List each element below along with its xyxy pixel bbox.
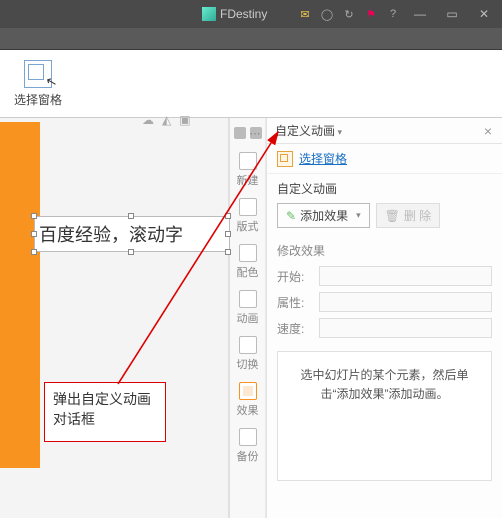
layout-icon [239,198,257,216]
property-label: 属性: [277,294,313,311]
pencil-icon: ✎ [286,209,296,223]
hint-text: 选中幻灯片的某个元素，然后单击“添加效果”添加动画。 [300,368,468,401]
mail-icon[interactable]: ✉ [298,7,312,21]
help-icon[interactable]: ? [386,7,400,21]
side-tab-new[interactable]: 新建 [230,149,265,191]
canvas-toolbar-icons: ☁ ◭ ▣ [142,113,191,127]
delete-button: 🗑 删 除 [376,203,441,228]
panel-title[interactable]: 自定义动画 [275,122,342,139]
speed-row: 速度: [267,315,502,341]
side-mini-icon[interactable]: ⋯ [250,127,262,139]
select-panes-small-icon [277,151,293,167]
animation-icon [239,290,257,308]
side-tab-label: 备份 [237,448,259,464]
new-icon [239,152,257,170]
add-effect-label: 添加效果 [300,207,348,224]
select-panes-label: 选择窗格 [14,91,62,108]
start-row: 开始: [267,263,502,289]
side-tab-label: 版式 [237,218,259,234]
start-field[interactable] [319,266,492,286]
close-button[interactable]: ✕ [472,3,496,25]
side-tab-strip: ⋯ 新建 版式 配色 动画 切换 效果 备份 [230,118,266,518]
side-tab-label: 动画 [237,310,259,326]
resize-handle[interactable] [128,213,134,219]
side-tab-label: 效果 [237,402,259,418]
alert-icon[interactable]: ⚑ [364,7,378,21]
triangle-icon[interactable]: ◭ [162,113,171,127]
resize-handle[interactable] [225,231,231,237]
start-label: 开始: [277,268,313,285]
resize-handle[interactable] [225,213,231,219]
side-tab-layout[interactable]: 版式 [230,195,265,237]
side-tab-backup[interactable]: 备份 [230,425,265,467]
side-tab-effect[interactable]: 效果 [230,379,265,421]
sync-icon[interactable]: ◯ [320,7,334,21]
resize-handle[interactable] [225,249,231,255]
side-tab-animation[interactable]: 动画 [230,287,265,329]
side-tab-color[interactable]: 配色 [230,241,265,283]
select-panes-icon: ↖ [24,60,52,88]
square-icon[interactable]: ▣ [179,113,190,127]
custom-animation-panel: 自定义动画 × 选择窗格 自定义动画 ✎ 添加效果 🗑 删 除 修改效果 开始: 属… [266,118,502,518]
speed-label: 速度: [277,320,313,337]
resize-handle[interactable] [31,213,37,219]
side-mini-icon[interactable] [234,127,246,139]
cloud-icon[interactable]: ☁ [142,113,154,127]
side-tab-transition[interactable]: 切换 [230,333,265,375]
property-row: 属性: [267,289,502,315]
resize-handle[interactable] [128,249,134,255]
side-tab-label: 切换 [237,356,259,372]
titlebar: FDestiny ✉ ◯ ↻ ⚑ ? — ▭ ✕ [0,0,502,28]
panel-subtitle: 自定义动画 [267,174,502,199]
modify-effect-title: 修改效果 [267,236,502,263]
transition-icon [239,336,257,354]
color-icon [239,244,257,262]
ribbon-tab-strip [0,28,502,50]
refresh-icon[interactable]: ↻ [342,7,356,21]
trash-icon: 🗑 [385,209,400,223]
callout-text: 弹出自定义动画对话框 [53,391,151,427]
slide-canvas[interactable]: ☁ ◭ ▣ 百度经验，滚动字 弹出自定义动画对话框 [0,118,230,518]
maximize-button[interactable]: ▭ [440,3,464,25]
select-panes-button[interactable]: ↖ 选择窗格 [8,57,68,111]
panel-select-panes-row: 选择窗格 [267,144,502,174]
speed-field[interactable] [319,318,492,338]
resize-handle[interactable] [31,249,37,255]
slide-text-box[interactable]: 百度经验，滚动字 [34,216,230,252]
orange-shape[interactable] [0,122,40,468]
slide-text: 百度经验，滚动字 [39,221,183,247]
property-field[interactable] [319,292,492,312]
minimize-button[interactable]: — [408,3,432,25]
panel-header: 自定义动画 × [267,118,502,144]
select-panes-link[interactable]: 选择窗格 [299,150,347,167]
annotation-callout: 弹出自定义动画对话框 [44,382,166,442]
delete-label: 删 除 [404,207,431,224]
main-area: ☁ ◭ ▣ 百度经验，滚动字 弹出自定义动画对话框 ⋯ 新建 版式 配色 动画 … [0,118,502,518]
panel-close-button[interactable]: × [480,121,496,141]
app-logo-icon [202,7,216,21]
side-tab-label: 配色 [237,264,259,280]
app-title: FDestiny [220,7,267,21]
add-effect-button[interactable]: ✎ 添加效果 [277,203,370,228]
side-tab-label: 新建 [237,172,259,188]
effect-icon [239,382,257,400]
backup-icon [239,428,257,446]
hint-box: 选中幻灯片的某个元素，然后单击“添加效果”添加动画。 [277,351,492,481]
resize-handle[interactable] [31,231,37,237]
toolbar: ↖ 选择窗格 [0,50,502,118]
